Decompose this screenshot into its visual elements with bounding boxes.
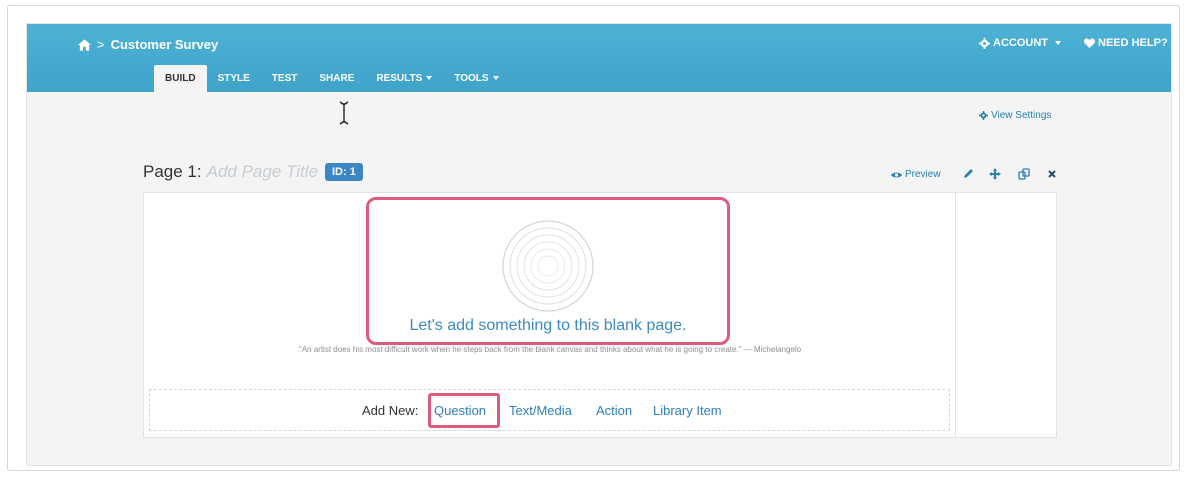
tab-style-label: STYLE [217,73,250,84]
preview-label: Preview [905,169,941,180]
help-label: NEED HELP? [1098,37,1168,49]
move-icon[interactable] [988,167,1002,181]
account-menu[interactable]: ACCOUNT [979,37,1061,49]
need-help-link[interactable]: NEED HELP? [1084,37,1168,49]
gear-icon [979,111,988,120]
chevron-down-icon [492,76,499,81]
card-divider [955,192,956,438]
top-header: > Customer Survey ACCOUNT NEED HELP? BUI… [27,24,1171,92]
page-label: Page 1: [143,162,202,181]
add-new-label: Add New: [362,403,419,418]
empty-state-quote: "An artist does his most difficult work … [298,345,802,354]
close-icon[interactable] [1045,167,1059,181]
chevron-down-icon [426,76,433,81]
add-action-link[interactable]: Action [596,403,632,418]
page-header: Page 1: Add Page Title ID: 1 [143,162,363,182]
tab-results[interactable]: RESULTS [365,65,443,92]
survey-title[interactable]: Customer Survey [111,37,219,52]
tab-style[interactable]: STYLE [207,65,261,92]
eye-icon [891,172,902,177]
view-settings-label: View Settings [991,110,1052,121]
add-text-media-link[interactable]: Text/Media [509,403,572,418]
add-library-item-link[interactable]: Library Item [653,403,722,418]
account-label: ACCOUNT [993,37,1048,49]
home-icon[interactable] [78,38,91,51]
main-tabs: BUILD STYLE TEST SHARE RESULTS TOOLS [154,65,510,92]
preview-link[interactable]: Preview [891,169,941,180]
text-cursor-icon [339,101,349,125]
tab-tools-label: TOOLS [454,73,489,84]
tab-share[interactable]: SHARE [308,65,365,92]
tab-test-label: TEST [271,73,298,84]
tab-build-label: BUILD [165,73,196,84]
chevron-down-icon [1055,41,1061,45]
tab-results-label: RESULTS [376,73,423,84]
tab-tools[interactable]: TOOLS [443,65,509,92]
breadcrumb-separator: > [97,37,105,52]
copy-icon[interactable] [1017,167,1031,181]
breadcrumb: > Customer Survey [78,37,218,52]
question-link-highlight [428,393,500,428]
page-title-input[interactable]: Add Page Title [207,162,318,182]
tab-build[interactable]: BUILD [154,65,207,92]
survey-builder: > Customer Survey ACCOUNT NEED HELP? BUI… [27,24,1171,465]
heart-icon [1084,38,1095,48]
pencil-icon[interactable] [961,167,975,181]
view-settings-link[interactable]: View Settings [979,110,1051,121]
gear-icon [979,37,990,49]
page-id-badge: ID: 1 [324,163,363,181]
tab-share-label: SHARE [319,73,355,84]
empty-state-highlight [366,197,730,345]
tab-test[interactable]: TEST [261,65,309,92]
